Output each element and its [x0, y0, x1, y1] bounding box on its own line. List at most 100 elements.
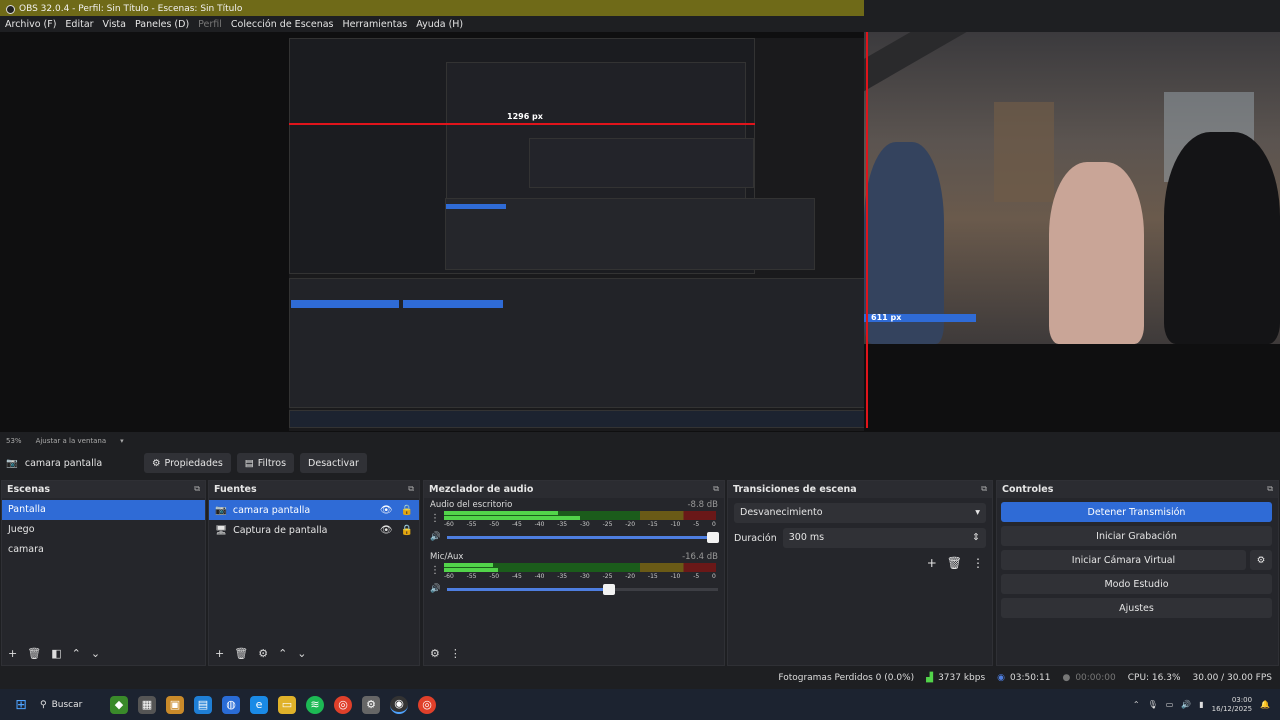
stop-stream-button[interactable]: Detener Transmisión — [1001, 502, 1272, 522]
source-item-camara[interactable]: 📷 camara pantalla 👁 🔒 — [209, 500, 419, 520]
start-recording-button[interactable]: Iniciar Grabación — [1001, 526, 1272, 546]
speaker-icon[interactable]: 🔊 — [430, 584, 441, 594]
undock-icon[interactable]: ⧉ — [1267, 484, 1273, 495]
duration-input[interactable]: 300 ms ⇕ — [782, 528, 986, 548]
menu-perfil[interactable]: Perfil — [198, 19, 222, 30]
scene-item-pantalla[interactable]: Pantalla — [2, 500, 205, 520]
chrome-alt-icon[interactable]: ◎ — [418, 695, 436, 714]
undock-icon[interactable]: ⧉ — [194, 484, 200, 495]
fit-to-window-label[interactable]: Ajustar a la ventana — [36, 437, 107, 445]
windows-start-icon[interactable]: ⊞ — [12, 696, 30, 714]
virtualcam-settings-icon[interactable]: ⚙ — [1250, 550, 1272, 570]
microphone-icon[interactable]: 🎙 — [1148, 700, 1158, 709]
source-properties-icon[interactable]: ⚙ — [258, 647, 268, 660]
calculator-icon[interactable]: ▦ — [138, 695, 156, 714]
filters-button[interactable]: ▤ Filtros — [236, 453, 295, 473]
menu-ayuda[interactable]: Ayuda (H) — [416, 19, 463, 30]
signal-bars-icon: ▟ — [926, 673, 934, 683]
volume-slider-fill — [446, 535, 713, 539]
edge-icon[interactable]: e — [250, 695, 268, 714]
undock-icon[interactable]: ⧉ — [713, 484, 719, 495]
world-app-icon[interactable]: ◍ — [222, 695, 240, 714]
game-app-icon[interactable]: ◆ — [110, 695, 128, 714]
scene-filters-icon[interactable]: ◧ — [51, 647, 61, 660]
lock-icon[interactable]: 🔒 — [401, 505, 413, 516]
move-up-icon[interactable]: ⌃ — [278, 647, 287, 660]
add-source-icon[interactable]: + — [215, 647, 224, 660]
menu-editar[interactable]: Editar — [65, 19, 93, 30]
undock-icon[interactable]: ⧉ — [981, 484, 987, 495]
transition-select[interactable]: Desvanecimiento ▾ — [734, 503, 986, 523]
undock-icon[interactable]: ⧉ — [408, 484, 414, 495]
system-tray: ⌃ 🎙 ▭ 🔊 ▮ 03:00 16/12/2025 🔔 — [1133, 689, 1270, 720]
nested-source-active — [403, 300, 503, 308]
network-icon[interactable]: ▭ — [1166, 700, 1174, 709]
visibility-eye-icon[interactable]: 👁 — [380, 505, 393, 516]
scene-item-camara[interactable]: camara — [2, 540, 205, 560]
spotify-icon[interactable]: ≋ — [306, 695, 324, 714]
mixer-channel-desktop: Audio del escritorio -8.8 dB ⋮ -60 -55 -50… — [424, 498, 724, 550]
meter-tick-label: -10 — [670, 573, 681, 580]
meter-tick-label: -5 — [693, 573, 700, 580]
selected-source: 📷 camara pantalla — [6, 458, 144, 469]
deactivate-button[interactable]: Desactivar — [300, 453, 367, 473]
speaker-icon[interactable]: 🔊 — [430, 532, 441, 542]
menu-herramientas[interactable]: Herramientas — [343, 19, 408, 30]
move-down-icon[interactable]: ⌄ — [91, 647, 100, 660]
mixer-menu-icon[interactable]: ⋮ — [450, 647, 461, 660]
meter-tick-label: -30 — [579, 573, 590, 580]
notification-bell-icon[interactable]: 🔔 — [1260, 700, 1270, 709]
add-scene-icon[interactable]: + — [8, 647, 17, 660]
volume-slider[interactable] — [446, 583, 718, 595]
channel-menu-icon[interactable]: ⋮ — [430, 513, 440, 524]
zoom-dropdown-icon[interactable]: ▾ — [120, 437, 124, 445]
remove-transition-icon[interactable]: 🗑 — [947, 556, 962, 570]
cpu-usage: CPU: 16.3% — [1127, 673, 1181, 683]
advanced-audio-icon[interactable]: ⚙ — [430, 647, 440, 660]
notepad-icon[interactable]: ▤ — [194, 695, 212, 714]
channel-name: Audio del escritorio — [430, 500, 513, 510]
source-item-captura[interactable]: 🖥 Captura de pantalla 👁 🔒 — [209, 520, 419, 540]
volume-slider-knob[interactable] — [603, 583, 616, 595]
audio-mixer-dock: Mezclador de audio ⧉ Audio del escritori… — [423, 480, 725, 666]
menu-coleccion-escenas[interactable]: Colección de Escenas — [231, 19, 334, 30]
settings-button[interactable]: Ajustes — [1001, 598, 1272, 618]
fps-counter: 30.00 / 30.00 FPS — [1192, 673, 1272, 683]
taskbar-clock[interactable]: 03:00 16/12/2025 — [1212, 696, 1252, 714]
visibility-eye-icon[interactable]: 👁 — [380, 525, 393, 536]
lock-icon[interactable]: 🔒 — [401, 525, 413, 536]
stepper-icon[interactable]: ⇕ — [972, 532, 980, 544]
move-up-icon[interactable]: ⌃ — [72, 647, 81, 660]
volume-slider[interactable] — [446, 531, 719, 543]
add-transition-icon[interactable]: + — [927, 556, 937, 570]
taskbar-search[interactable]: ⚲ Buscar — [40, 700, 100, 710]
chevron-up-icon[interactable]: ⌃ — [1133, 700, 1140, 709]
battery-icon[interactable]: ▮ — [1199, 700, 1203, 709]
zoom-level[interactable]: 53% — [6, 437, 22, 445]
chrome-icon[interactable]: ◎ — [334, 695, 352, 714]
volume-icon[interactable]: 🔊 — [1181, 700, 1191, 709]
start-virtualcam-button[interactable]: Iniciar Cámara Virtual — [1001, 550, 1246, 570]
properties-button[interactable]: ⚙ Propiedades — [144, 453, 231, 473]
settings-icon[interactable]: ⚙ — [362, 695, 380, 714]
remove-source-icon[interactable]: 🗑 — [234, 647, 248, 660]
menu-paneles[interactable]: Paneles (D) — [135, 19, 189, 30]
file-explorer-icon[interactable]: ▭ — [278, 695, 296, 714]
preview-status-bar: 53% Ajustar a la ventana ▾ — [0, 434, 1280, 448]
volume-slider-knob[interactable] — [706, 531, 719, 543]
channel-menu-icon[interactable]: ⋮ — [430, 565, 440, 576]
scene-item-juego[interactable]: Juego — [2, 520, 205, 540]
source-label: camara pantalla — [232, 504, 311, 516]
obs-icon[interactable]: ◉ — [390, 695, 408, 714]
meter-fill-left — [444, 511, 559, 515]
menu-archivo[interactable]: Archivo (F) — [5, 19, 56, 30]
menu-vista[interactable]: Vista — [103, 19, 126, 30]
scenes-toolbar: + 🗑 ◧ ⌃ ⌄ — [2, 641, 205, 665]
remove-scene-icon[interactable]: 🗑 — [27, 647, 41, 660]
transition-menu-icon[interactable]: ⋮ — [972, 556, 984, 570]
studio-mode-button[interactable]: Modo Estudio — [1001, 574, 1272, 594]
store-icon[interactable]: ▣ — [166, 695, 184, 714]
preview-canvas[interactable]: 1296 px — [0, 32, 1280, 432]
webcam-person-right — [1164, 132, 1280, 344]
move-down-icon[interactable]: ⌄ — [297, 647, 306, 660]
